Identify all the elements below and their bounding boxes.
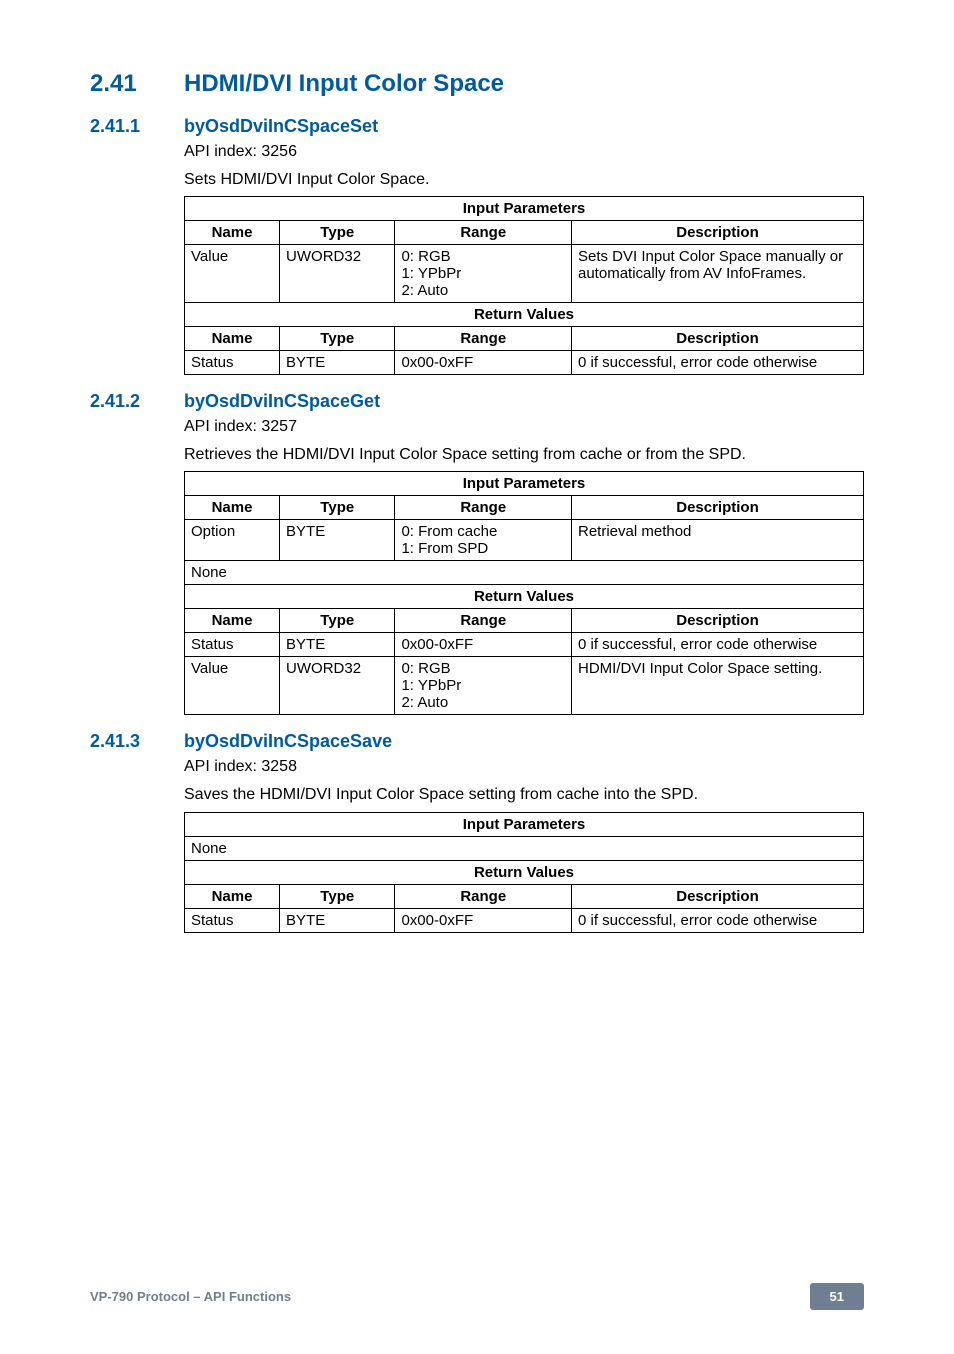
col-desc: Description [572,609,864,633]
subsection-body: API index: 3256 Sets HDMI/DVI Input Colo… [184,141,864,375]
table-row: Value UWORD32 0: RGB1: YPbPr2: Auto Sets… [185,245,864,303]
api-table: Input Parameters Name Type Range Descrip… [184,196,864,375]
api-index: API index: 3257 [184,416,864,438]
footer-title: VP-790 Protocol – API Functions [90,1289,291,1304]
cell-range: 0x00-0xFF [395,908,572,932]
subsection-heading: 2.41.1 byOsdDviInCSpaceSet [90,116,864,137]
api-description: Saves the HDMI/DVI Input Color Space set… [184,784,864,806]
col-range: Range [395,496,572,520]
cell-name: Status [185,633,280,657]
col-desc: Description [572,884,864,908]
col-range: Range [395,609,572,633]
subsection-number: 2.41.1 [90,116,184,137]
col-desc: Description [572,496,864,520]
page-number: 51 [810,1283,864,1310]
api-table: Input Parameters None Return Values Name… [184,812,864,933]
subsection-number: 2.41.3 [90,731,184,752]
page-footer: VP-790 Protocol – API Functions 51 [90,1283,864,1310]
cell-range: 0x00-0xFF [395,633,572,657]
cell-none: None [185,561,864,585]
api-description: Sets HDMI/DVI Input Color Space. [184,169,864,191]
table-row: Value UWORD32 0: RGB1: YPbPr2: Auto HDMI… [185,657,864,715]
page: 2.41 HDMI/DVI Input Color Space 2.41.1 b… [0,0,954,1354]
table-row: Option BYTE 0: From cache1: From SPD Ret… [185,520,864,561]
table-row: None [185,561,864,585]
cell-desc: 0 if successful, error code otherwise [572,908,864,932]
input-parameters-header: Input Parameters [185,812,864,836]
cell-desc: 0 if successful, error code otherwise [572,351,864,375]
subsection-number: 2.41.2 [90,391,184,412]
cell-range: 0: RGB1: YPbPr2: Auto [395,245,572,303]
section-title: HDMI/DVI Input Color Space [184,70,504,98]
table-row: None [185,836,864,860]
col-name: Name [185,609,280,633]
cell-none: None [185,836,864,860]
section-heading: 2.41 HDMI/DVI Input Color Space [90,70,864,98]
col-name: Name [185,221,280,245]
cell-type: BYTE [280,908,395,932]
cell-type: BYTE [280,351,395,375]
table-row: Status BYTE 0x00-0xFF 0 if successful, e… [185,351,864,375]
subsection-heading: 2.41.3 byOsdDviInCSpaceSave [90,731,864,752]
cell-desc: Sets DVI Input Color Space manually or a… [572,245,864,303]
col-type: Type [280,221,395,245]
input-parameters-header: Input Parameters [185,197,864,221]
api-table: Input Parameters Name Type Range Descrip… [184,471,864,715]
table-row: Status BYTE 0x00-0xFF 0 if successful, e… [185,908,864,932]
cell-desc: Retrieval method [572,520,864,561]
cell-desc: 0 if successful, error code otherwise [572,633,864,657]
col-type: Type [280,327,395,351]
col-name: Name [185,884,280,908]
api-index: API index: 3256 [184,141,864,163]
subsection-title: byOsdDviInCSpaceGet [184,391,380,412]
col-name: Name [185,327,280,351]
subsection-heading: 2.41.2 byOsdDviInCSpaceGet [90,391,864,412]
return-values-header: Return Values [185,303,864,327]
cell-name: Option [185,520,280,561]
cell-type: UWORD32 [280,657,395,715]
cell-name: Status [185,908,280,932]
input-parameters-header: Input Parameters [185,472,864,496]
api-index: API index: 3258 [184,756,864,778]
cell-desc: HDMI/DVI Input Color Space setting. [572,657,864,715]
cell-name: Value [185,245,280,303]
col-range: Range [395,884,572,908]
col-range: Range [395,327,572,351]
subsection-title: byOsdDviInCSpaceSave [184,731,392,752]
cell-range: 0: From cache1: From SPD [395,520,572,561]
col-type: Type [280,609,395,633]
subsection-body: API index: 3258 Saves the HDMI/DVI Input… [184,756,864,932]
col-desc: Description [572,327,864,351]
col-type: Type [280,496,395,520]
cell-type: BYTE [280,633,395,657]
cell-type: UWORD32 [280,245,395,303]
cell-type: BYTE [280,520,395,561]
subsection-title: byOsdDviInCSpaceSet [184,116,378,137]
cell-range: 0: RGB1: YPbPr2: Auto [395,657,572,715]
return-values-header: Return Values [185,585,864,609]
cell-name: Value [185,657,280,715]
cell-range: 0x00-0xFF [395,351,572,375]
api-description: Retrieves the HDMI/DVI Input Color Space… [184,444,864,466]
subsection-body: API index: 3257 Retrieves the HDMI/DVI I… [184,416,864,715]
col-desc: Description [572,221,864,245]
col-type: Type [280,884,395,908]
return-values-header: Return Values [185,860,864,884]
table-row: Status BYTE 0x00-0xFF 0 if successful, e… [185,633,864,657]
section-number: 2.41 [90,70,184,98]
col-name: Name [185,496,280,520]
cell-name: Status [185,351,280,375]
col-range: Range [395,221,572,245]
